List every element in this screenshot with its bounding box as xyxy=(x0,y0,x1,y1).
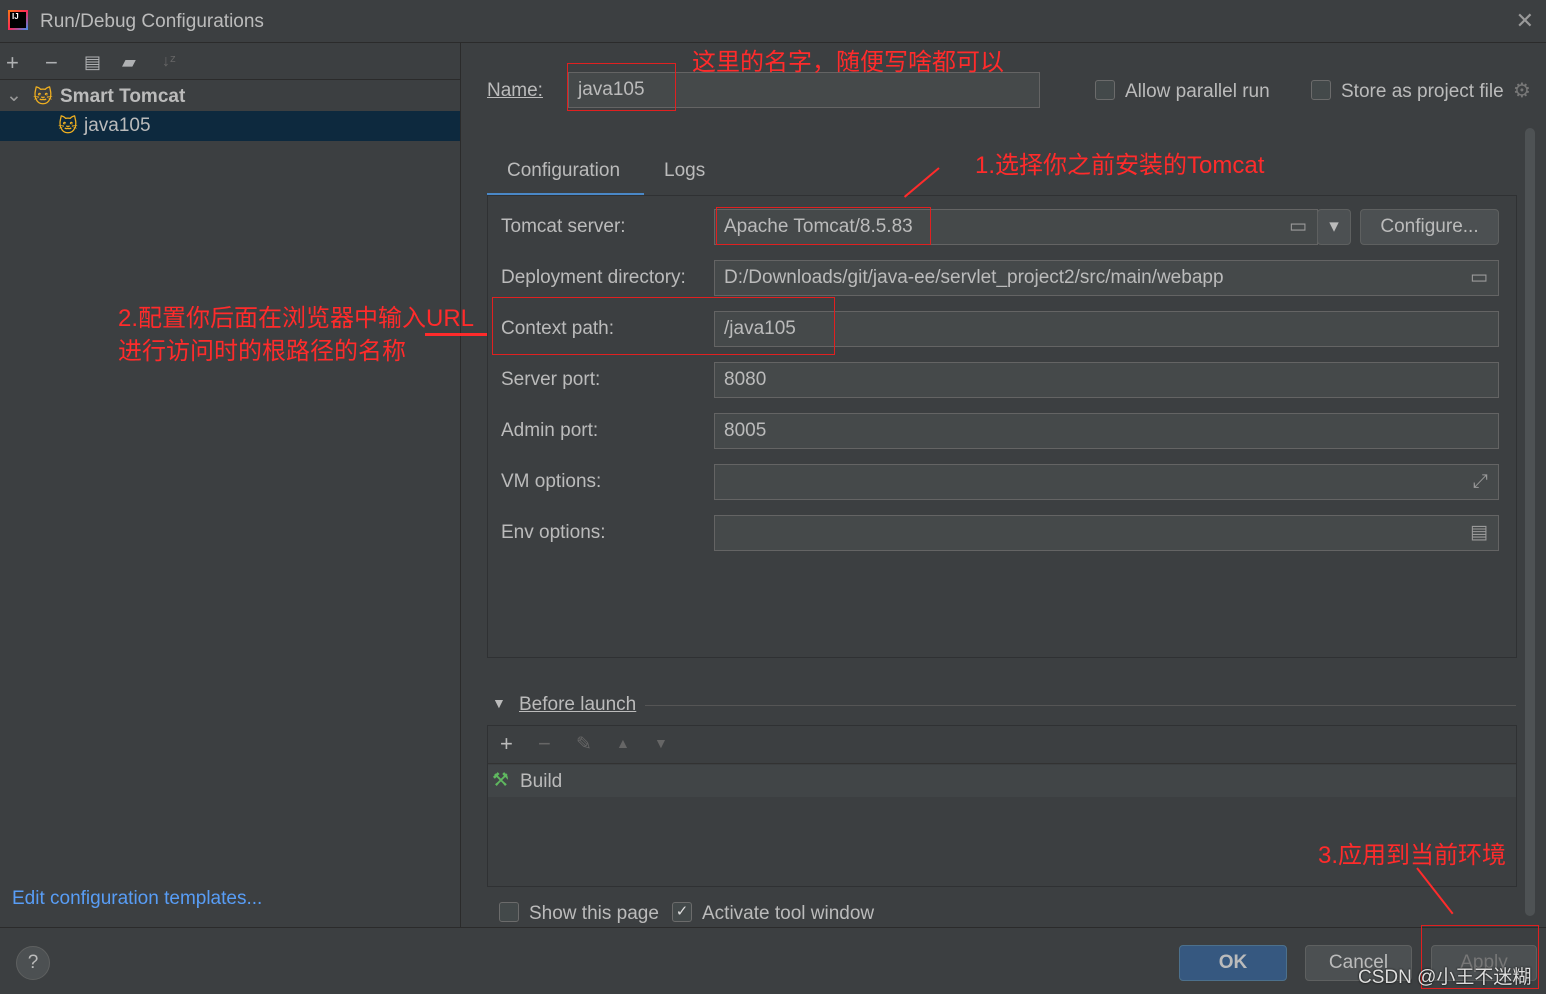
tomcat-icon: 🐱 xyxy=(33,87,53,108)
store-project-checkbox[interactable] xyxy=(1311,80,1331,100)
hammer-icon: ⚒ xyxy=(492,770,510,791)
before-launch-item-build[interactable]: ⚒ Build xyxy=(488,765,1516,797)
edit-icon[interactable]: ✎ xyxy=(576,733,592,756)
window-title: Run/Debug Configurations xyxy=(40,11,264,32)
tree-item-label: java105 xyxy=(84,115,151,136)
show-page-label: Show this page xyxy=(529,903,659,924)
expand-icon: ⤢ xyxy=(1472,471,1488,492)
env-options-label: Env options: xyxy=(501,522,606,543)
sort-icon[interactable]: ↓ᶻ xyxy=(162,53,176,71)
tree-group-smart-tomcat[interactable]: ⌄ 🐱 Smart Tomcat xyxy=(0,81,460,111)
help-button[interactable]: ? xyxy=(16,946,50,980)
server-port-input[interactable]: 8080 xyxy=(714,362,1499,398)
title-bar: IJ Run/Debug Configurations ✕ xyxy=(0,0,1546,43)
tab-logs[interactable]: Logs xyxy=(648,150,718,196)
move-up-icon[interactable]: ▲ xyxy=(616,735,630,751)
watermark: CSDN @小王不迷糊 xyxy=(1358,967,1532,988)
move-down-icon[interactable]: ▼ xyxy=(654,735,668,751)
deploy-label: Deployment directory: xyxy=(501,267,686,288)
annotation-context-1: 2.配置你后面在浏览器中输入URL xyxy=(118,305,475,332)
config-tree-panel xyxy=(0,43,461,927)
remove-icon[interactable]: − xyxy=(45,50,58,76)
gear-icon[interactable]: ⚙ xyxy=(1513,78,1531,103)
server-port-label: Server port: xyxy=(501,369,601,390)
remove-icon[interactable]: − xyxy=(538,731,551,757)
configure-button[interactable]: Configure... xyxy=(1360,209,1499,245)
vm-options-label: VM options: xyxy=(501,471,602,492)
deploy-input[interactable]: D:/Downloads/git/java-ee/servlet_project… xyxy=(714,260,1499,296)
folder-icon: ▭ xyxy=(1470,267,1488,288)
annotation-apply: 3.应用到当前环境 xyxy=(1318,842,1507,869)
allow-parallel-label: Allow parallel run xyxy=(1125,81,1270,102)
add-icon[interactable]: + xyxy=(6,50,19,76)
arrow-icon xyxy=(903,167,940,198)
admin-port-label: Admin port: xyxy=(501,420,599,441)
activate-tool-label: Activate tool window xyxy=(702,903,875,924)
dropdown-arrow-icon[interactable]: ▾ xyxy=(1317,209,1351,245)
tree-item-java105[interactable]: 🐱 java105 xyxy=(0,111,460,141)
show-page-checkbox[interactable] xyxy=(499,902,519,922)
tomcat-icon: 🐱 xyxy=(58,116,78,137)
annotation-tomcat: 1.选择你之前安装的Tomcat xyxy=(975,152,1265,179)
arrow-icon xyxy=(425,333,487,336)
document-icon: ▤ xyxy=(1470,522,1488,543)
new-folder-icon[interactable]: ▰ xyxy=(122,52,136,73)
admin-port-input[interactable]: 8005 xyxy=(714,413,1499,449)
store-project-label: Store as project file xyxy=(1341,81,1504,102)
vm-options-input[interactable]: ⤢ xyxy=(714,464,1499,500)
ok-button[interactable]: OK xyxy=(1179,945,1287,981)
copy-icon[interactable]: ▤ xyxy=(84,52,101,73)
allow-parallel-checkbox[interactable] xyxy=(1095,80,1115,100)
tree-group-label: Smart Tomcat xyxy=(60,86,186,107)
close-icon[interactable]: ✕ xyxy=(1516,8,1534,34)
name-label: Name: xyxy=(487,80,543,101)
folder-icon: ▭ xyxy=(1289,216,1307,237)
tomcat-server-label: Tomcat server: xyxy=(501,216,626,237)
edit-templates-link[interactable]: Edit configuration templates... xyxy=(12,888,262,910)
annotation-name: 这里的名字，随便写啥都可以 xyxy=(692,49,1004,76)
collapse-arrow-icon[interactable]: ▼ xyxy=(492,695,506,711)
annotation-context-2: 进行访问时的根路径的名称 xyxy=(118,338,406,365)
intellij-logo-icon: IJ xyxy=(8,10,28,30)
env-options-input[interactable]: ▤ xyxy=(714,515,1499,551)
chevron-down-icon[interactable]: ⌄ xyxy=(6,84,22,107)
tab-configuration[interactable]: Configuration xyxy=(487,150,644,196)
before-launch-title: Before launch xyxy=(519,694,637,715)
scrollbar[interactable] xyxy=(1525,128,1535,916)
activate-tool-checkbox[interactable]: ✓ xyxy=(672,902,692,922)
add-icon[interactable]: + xyxy=(500,731,513,757)
